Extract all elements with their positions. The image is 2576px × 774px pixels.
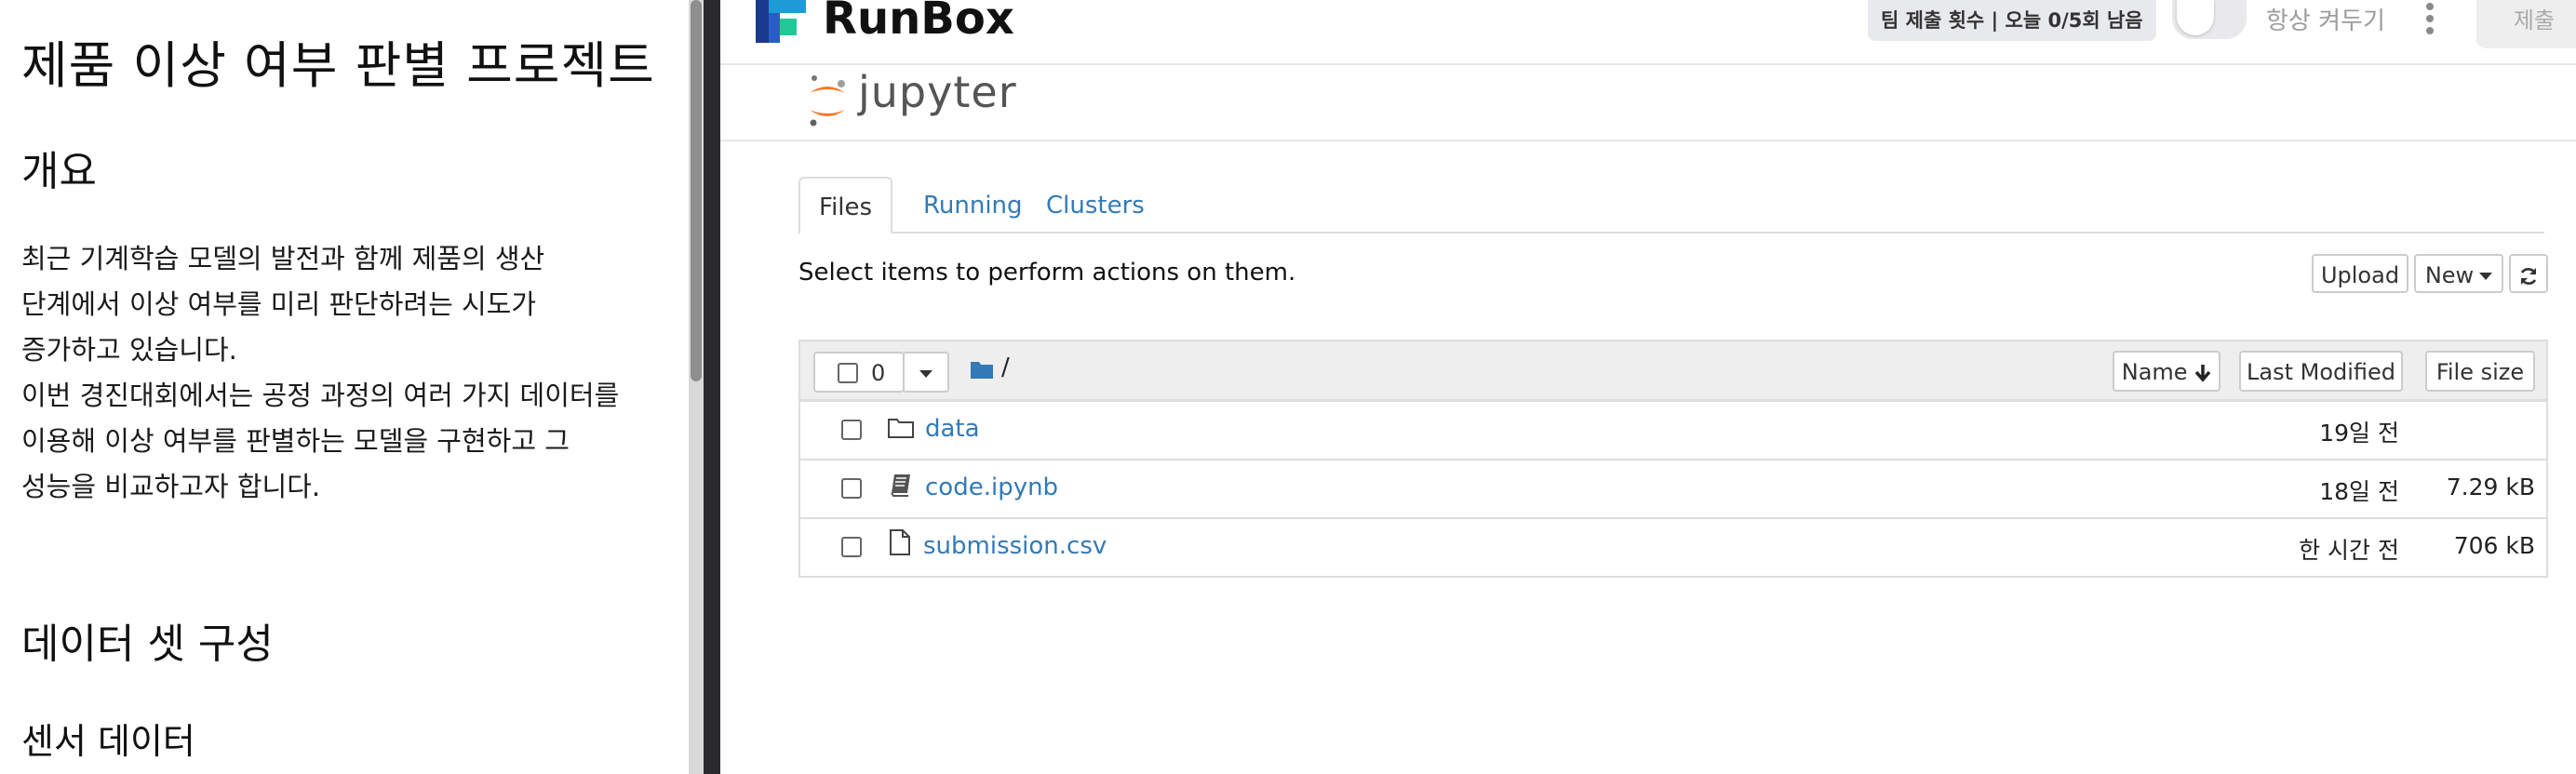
overview-line: 이용해 이상 여부를 판별하는 모델을 구현하고 그 (21, 425, 570, 457)
overview-line: 증가하고 있습니다. (21, 334, 237, 366)
new-button[interactable]: New (2414, 254, 2503, 293)
toggle-label: 항상 켜두기 (2266, 7, 2385, 35)
panel-divider[interactable] (704, 0, 720, 774)
selection-dropdown-button[interactable] (903, 352, 949, 393)
breadcrumb[interactable]: / (1001, 354, 1010, 381)
file-icon (890, 529, 910, 555)
sort-by-modified-button[interactable]: Last Modified (2239, 351, 2403, 392)
page-title: 제품 이상 여부 판별 프로젝트 (21, 36, 655, 95)
arrow-down-icon (2194, 365, 2211, 382)
chevron-down-icon (919, 370, 932, 378)
folder-outline-icon (888, 419, 914, 438)
submission-count-badge: 팀 제출 횟수 | 오늘 0/5회 남음 (1868, 0, 2156, 41)
file-name-link[interactable]: data (925, 415, 980, 443)
file-name-link[interactable]: submission.csv (923, 532, 1107, 560)
sensor-heading: 센서 데이터 (21, 721, 195, 762)
file-modified: 한 시간 전 (2299, 537, 2399, 564)
tab-clusters[interactable]: Clusters (1027, 177, 1163, 233)
submit-button[interactable]: 제출 (2476, 0, 2576, 48)
select-all-checkbox[interactable] (838, 363, 858, 383)
overview-line: 최근 기계학습 모델의 발전과 함께 제품의 생산 (21, 243, 545, 274)
brand-name: RunBox (823, 0, 1014, 45)
file-size: 706 kB (2453, 532, 2535, 559)
overview-line: 단계에서 이상 여부를 미리 판단하려는 시도가 (21, 288, 537, 320)
folder-icon (971, 362, 993, 379)
runbox-topbar: RunBox 팀 제출 횟수 | 오늘 0/5회 남음 항상 켜두기 제출 (720, 0, 2576, 65)
doc-scrollbar-thumb[interactable] (691, 0, 702, 381)
file-row-checkbox[interactable] (841, 537, 862, 557)
selected-count: 0 (871, 360, 886, 386)
refresh-icon (2520, 268, 2537, 285)
jupyter-panel: RunBox 팀 제출 횟수 | 오늘 0/5회 남음 항상 켜두기 제출 ju… (720, 0, 2576, 774)
runbox-logo-icon (756, 0, 806, 43)
upload-button[interactable]: Upload (2312, 254, 2408, 293)
overview-line: 이번 경진대회에서는 공정 과정의 여러 가지 데이터를 (21, 380, 620, 411)
file-modified: 18일 전 (2319, 478, 2399, 505)
sort-by-name-button[interactable]: Name (2113, 351, 2220, 392)
chevron-down-icon (2479, 273, 2493, 280)
overview-text: 최근 기계학습 모델의 발전과 함께 제품의 생산 단계에서 이상 여부를 미리… (21, 236, 664, 510)
file-modified: 19일 전 (2319, 420, 2399, 447)
overview-heading: 개요 (21, 148, 97, 195)
jupyter-logo-icon (810, 75, 845, 127)
sort-by-size-button[interactable]: File size (2425, 351, 2535, 392)
file-row-checkbox[interactable] (841, 420, 862, 440)
more-menu-icon[interactable] (2423, 0, 2436, 37)
file-row-checkbox[interactable] (841, 478, 862, 499)
new-button-label: New (2424, 262, 2475, 288)
tab-running[interactable]: Running (905, 177, 1041, 233)
jupyter-logo-text: jupyter (858, 67, 1017, 117)
dataset-heading: 데이터 셋 구성 (21, 621, 274, 668)
select-all-control[interactable]: 0 (813, 352, 905, 393)
notebook-icon (891, 474, 910, 497)
instructions-text: Select items to perform actions on them. (798, 259, 1296, 287)
file-name-link[interactable]: code.ipynb (925, 474, 1058, 501)
refresh-button[interactable] (2509, 254, 2548, 293)
overview-line: 성능을 비교하고자 합니다. (21, 471, 321, 502)
file-size: 7.29 kB (2446, 474, 2535, 500)
tab-files[interactable]: Files (798, 177, 893, 234)
problem-description-panel: 제품 이상 여부 판별 프로젝트 개요 최근 기계학습 모델의 발전과 함께 제… (0, 0, 689, 774)
name-column-label: Name (2121, 359, 2188, 385)
